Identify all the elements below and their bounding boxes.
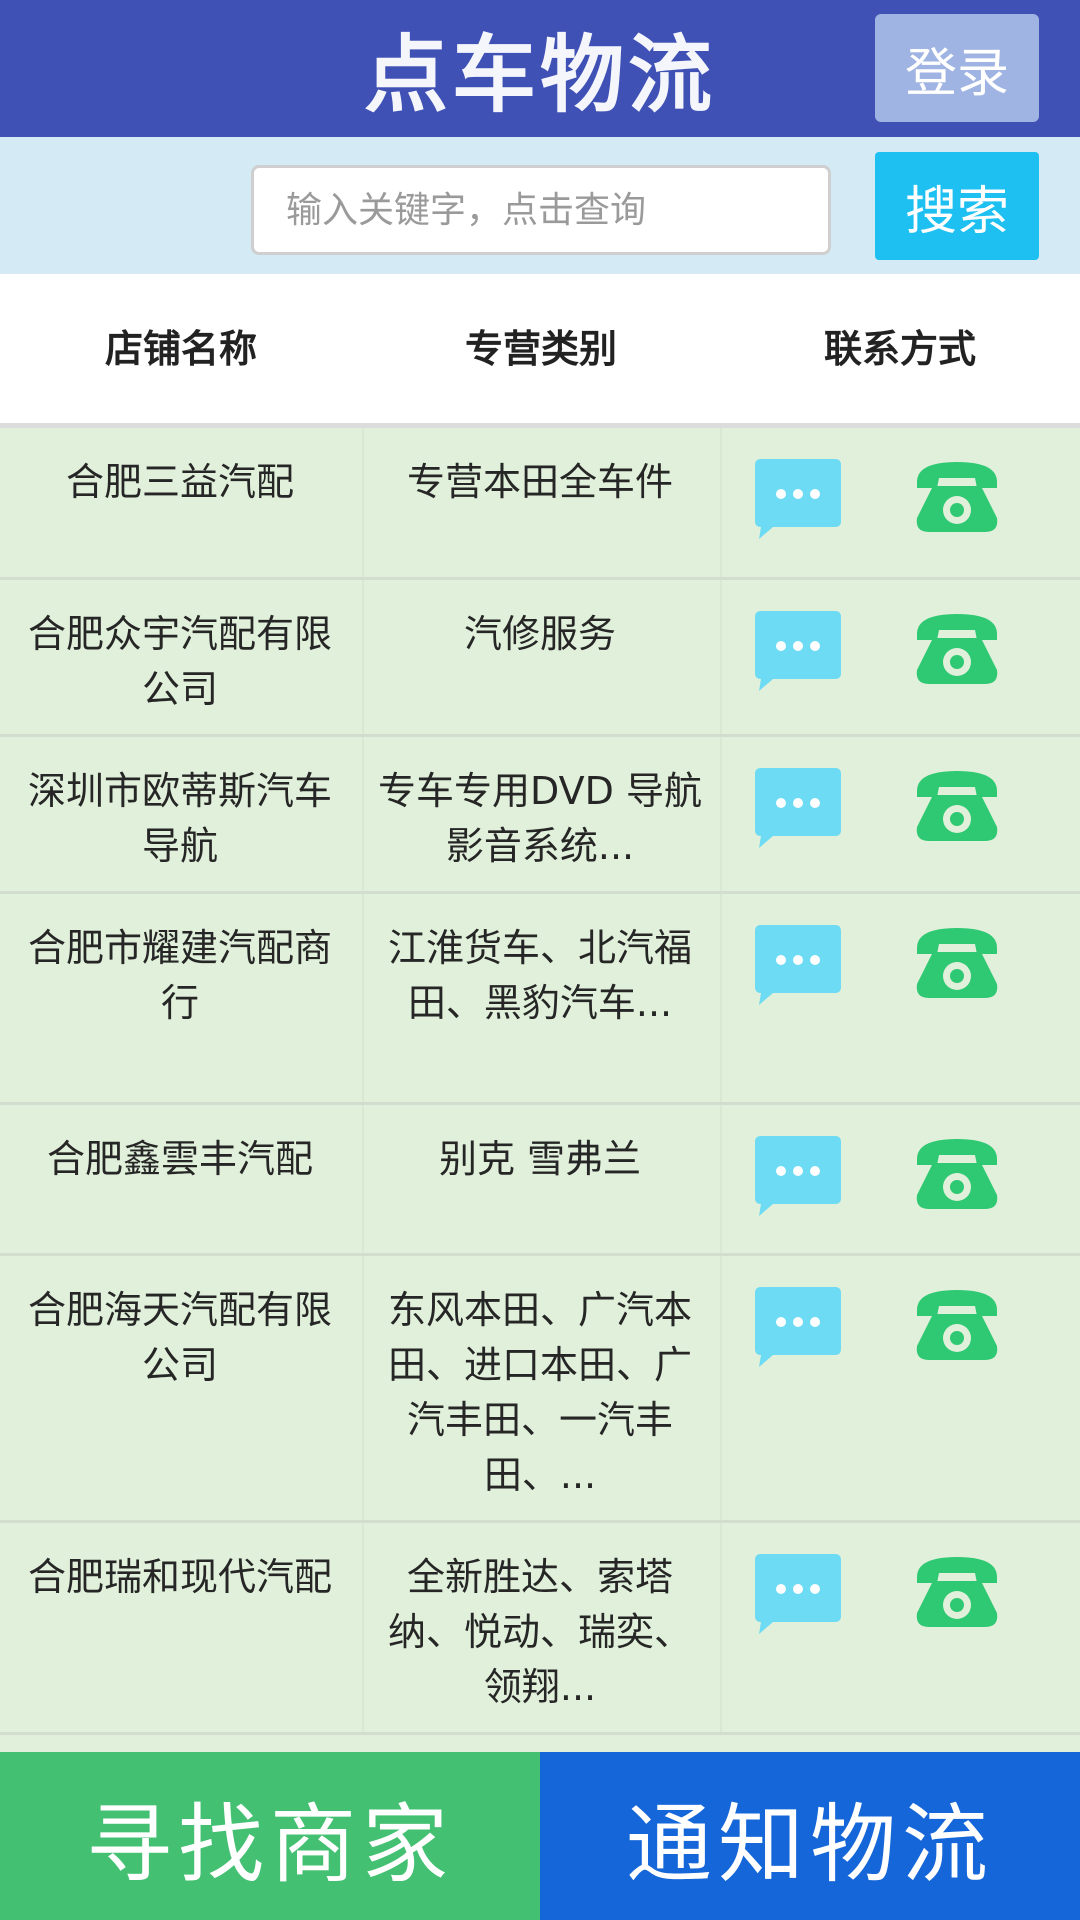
- phone-icon[interactable]: [913, 458, 1001, 534]
- notify-logistics-button[interactable]: 通知物流: [540, 1752, 1080, 1920]
- chat-bubble-icon[interactable]: [755, 768, 841, 848]
- column-header: 店铺名称 专营类别 联系方式: [0, 274, 1080, 428]
- store-category: 全新胜达、索塔纳、悦动、瑞奕、领翔...: [387, 1555, 692, 1709]
- row-divider: [362, 1523, 364, 1732]
- store-name: 合肥三益汽配: [65, 460, 294, 504]
- store-category: 别克 雪弗兰: [438, 1137, 642, 1181]
- phone-icon[interactable]: [913, 924, 1001, 1000]
- bottom-tab-bar: 寻找商家 通知物流: [0, 1752, 1080, 1920]
- find-merchant-button[interactable]: 寻找商家: [0, 1752, 540, 1920]
- row-divider: [720, 737, 722, 891]
- phone-icon[interactable]: [913, 610, 1001, 686]
- list-item[interactable]: 深圳市欧蒂斯汽车导航 专车专用DVD 导航影音系统...: [0, 737, 1080, 894]
- store-name: 合肥海天汽配有限公司: [27, 1288, 332, 1387]
- app-header: 点车物流 登录: [0, 0, 1080, 137]
- column-category: 专营类别: [464, 327, 617, 371]
- row-divider: [720, 1256, 722, 1520]
- brand-logo: [58, 164, 228, 248]
- store-category: 江淮货车、北汽福田、黑豹汽车...: [387, 926, 692, 1025]
- search-button[interactable]: 搜索: [875, 152, 1039, 260]
- list-item[interactable]: 合肥三益汽配 专营本田全车件: [0, 428, 1080, 580]
- chat-bubble-icon[interactable]: [755, 1136, 841, 1216]
- row-divider: [362, 737, 364, 891]
- list-item[interactable]: 合肥市耀建汽配商行 江淮货车、北汽福田、黑豹汽车...: [0, 894, 1080, 1105]
- store-name: 深圳市欧蒂斯汽车导航: [27, 769, 332, 868]
- chat-bubble-icon[interactable]: [755, 925, 841, 1005]
- chat-bubble-icon[interactable]: [755, 1287, 841, 1367]
- store-category: 专车专用DVD 导航影音系统...: [378, 769, 702, 868]
- login-button[interactable]: 登录: [875, 14, 1039, 122]
- row-divider: [362, 1256, 364, 1520]
- phone-icon[interactable]: [913, 1286, 1001, 1362]
- store-name: 合肥瑞和现代汽配: [27, 1555, 332, 1599]
- row-divider: [362, 428, 364, 577]
- store-list: 合肥三益汽配 专营本田全车件 合肥众宇汽配有限公司 汽修服务 深圳市欧蒂斯汽车导: [0, 428, 1080, 1735]
- phone-icon[interactable]: [913, 1553, 1001, 1629]
- list-item[interactable]: 合肥瑞和现代汽配 全新胜达、索塔纳、悦动、瑞奕、领翔...: [0, 1523, 1080, 1735]
- list-item[interactable]: 合肥鑫雲丰汽配 别克 雪弗兰: [0, 1105, 1080, 1256]
- column-contact: 联系方式: [823, 327, 976, 371]
- row-divider: [720, 1105, 722, 1253]
- row-divider: [362, 894, 364, 1102]
- chat-bubble-icon[interactable]: [755, 1554, 841, 1634]
- row-divider: [720, 428, 722, 577]
- list-item[interactable]: 合肥众宇汽配有限公司 汽修服务: [0, 580, 1080, 737]
- row-divider: [720, 894, 722, 1102]
- chat-bubble-icon[interactable]: [755, 611, 841, 691]
- search-input[interactable]: [251, 165, 831, 255]
- store-category: 汽修服务: [463, 612, 616, 656]
- store-name: 合肥市耀建汽配商行: [27, 926, 332, 1025]
- row-divider: [362, 580, 364, 734]
- store-category: 专营本田全车件: [406, 460, 673, 504]
- row-divider: [720, 1523, 722, 1732]
- chat-bubble-icon[interactable]: [755, 459, 841, 539]
- page-title: 点车物流: [363, 26, 716, 124]
- store-name: 合肥众宇汽配有限公司: [27, 612, 332, 711]
- row-divider: [362, 1105, 364, 1253]
- list-item[interactable]: 合肥海天汽配有限公司 东风本田、广汽本田、进口本田、广汽丰田、一汽丰田、...: [0, 1256, 1080, 1523]
- row-divider: [720, 580, 722, 734]
- column-store-name: 店铺名称: [104, 327, 257, 371]
- phone-icon[interactable]: [913, 767, 1001, 843]
- store-name: 合肥鑫雲丰汽配: [46, 1137, 313, 1181]
- store-category: 东风本田、广汽本田、进口本田、广汽丰田、一汽丰田、...: [387, 1288, 692, 1497]
- phone-icon[interactable]: [913, 1135, 1001, 1211]
- search-bar: 搜索: [0, 137, 1080, 274]
